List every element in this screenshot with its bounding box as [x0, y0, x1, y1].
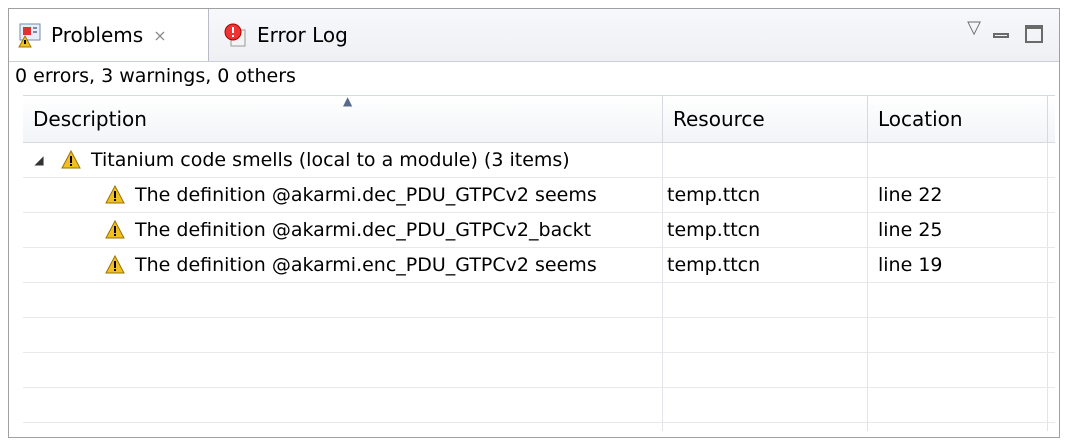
row-resource: temp.ttcn — [667, 253, 761, 276]
problems-summary: 0 errors, 3 warnings, 0 others — [15, 65, 296, 87]
table-row[interactable]: The definition @akarmi.dec_PDU_GTPCv2 se… — [23, 177, 1055, 213]
warning-icon — [105, 254, 125, 275]
column-header-description[interactable]: Description ▲ — [23, 95, 663, 142]
row-location: line 22 — [878, 183, 943, 206]
row-location: line 25 — [878, 218, 943, 241]
problems-icon — [17, 22, 43, 48]
row-location: line 19 — [878, 253, 943, 276]
tab-problems[interactable]: Problems ⨯ — [9, 9, 209, 61]
problems-table[interactable]: Description ▲ Resource Location ◢ Titani… — [23, 95, 1055, 431]
expand-toggle-icon[interactable]: ◢ — [29, 153, 49, 167]
empty-row — [23, 317, 1055, 353]
empty-row — [23, 352, 1055, 388]
minimize-icon[interactable] — [993, 33, 1009, 38]
table-row[interactable]: The definition @akarmi.dec_PDU_GTPCv2_ba… — [23, 212, 1055, 248]
row-description: The definition @akarmi.dec_PDU_GTPCv2 se… — [135, 183, 597, 206]
row-resource: temp.ttcn — [667, 183, 761, 206]
warning-icon — [105, 184, 125, 205]
warning-icon — [61, 149, 81, 170]
row-description: The definition @akarmi.dec_PDU_GTPCv2_ba… — [135, 218, 592, 241]
row-resource: temp.ttcn — [667, 218, 761, 241]
error-log-icon — [223, 22, 249, 48]
table-header: Description ▲ Resource Location — [23, 95, 1055, 143]
tab-problems-label: Problems — [51, 23, 144, 47]
tab-error-log[interactable]: Error Log — [219, 9, 348, 61]
warning-icon — [105, 219, 125, 240]
column-header-resource[interactable]: Resource — [663, 96, 868, 142]
problems-view: Problems ⨯ Error Log ▽ 0 errors, 3 warni… — [8, 8, 1060, 438]
maximize-icon[interactable] — [1025, 25, 1043, 43]
tab-bar: Problems ⨯ Error Log ▽ — [9, 9, 1059, 62]
table-row[interactable]: The definition @akarmi.enc_PDU_GTPCv2 se… — [23, 247, 1055, 283]
table-row-group[interactable]: ◢ Titanium code smells (local to a modul… — [23, 142, 1055, 178]
group-label: Titanium code smells (local to a module)… — [91, 148, 570, 171]
empty-row — [23, 282, 1055, 318]
column-header-location[interactable]: Location — [868, 96, 1048, 142]
tab-error-log-label: Error Log — [257, 23, 348, 47]
sort-ascending-icon: ▲ — [343, 95, 353, 108]
empty-row — [23, 387, 1055, 423]
row-description: The definition @akarmi.enc_PDU_GTPCv2 se… — [135, 253, 597, 276]
close-icon[interactable]: ⨯ — [153, 26, 166, 45]
view-menu-icon[interactable]: ▽ — [967, 17, 981, 38]
